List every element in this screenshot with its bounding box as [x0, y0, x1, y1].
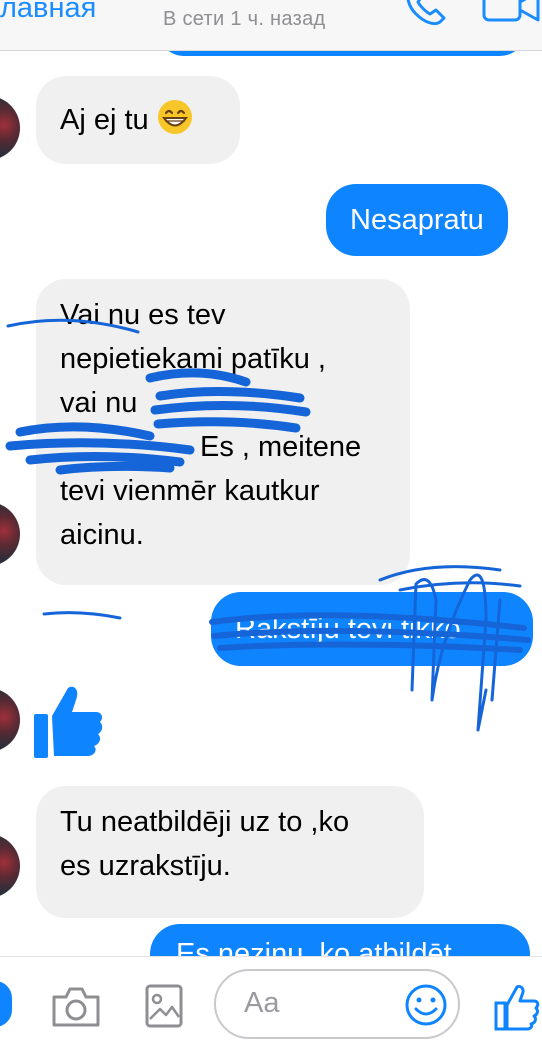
message-line: vai nu — [60, 387, 138, 419]
message-text: Aj ej tu — [60, 104, 149, 136]
incoming-message[interactable]: Vai nu es tev nepietiekami patīku , vai … — [36, 279, 410, 585]
message-text: Rakstīju tevi tikko — [235, 613, 461, 645]
camera-icon[interactable] — [50, 985, 102, 1029]
grinning-face-icon — [157, 100, 192, 134]
outgoing-message[interactable]: Rakstīju tevi tikko — [211, 592, 533, 666]
smile-icon[interactable] — [404, 983, 448, 1027]
message-input[interactable]: Aa — [214, 969, 460, 1039]
online-status: В сети 1 ч. назад — [163, 8, 326, 30]
avatar[interactable] — [0, 688, 20, 752]
message-line: Es , meitene — [200, 431, 362, 463]
message-line: es uzrakstīju. — [60, 850, 231, 882]
more-actions-button[interactable] — [0, 981, 12, 1027]
avatar[interactable] — [0, 834, 20, 898]
message-line: tevi vienmēr kautkur — [60, 475, 320, 507]
incoming-message[interactable]: Tu neatbildēji uz to ,ko es uzrakstīju. — [36, 786, 424, 918]
message-line: Vai nu es tev — [60, 299, 226, 331]
thumbs-up-icon[interactable] — [32, 684, 104, 760]
avatar[interactable] — [0, 502, 20, 566]
message-line: Tu neatbildēji uz to ,ko — [60, 806, 350, 838]
thumbs-up-icon[interactable] — [494, 983, 540, 1031]
chat-header: лавная В сети 1 ч. назад — [0, 0, 542, 51]
avatar[interactable] — [0, 96, 20, 160]
input-placeholder: Aa — [244, 987, 280, 1019]
phone-icon[interactable] — [402, 0, 448, 28]
back-button[interactable]: лавная — [0, 0, 96, 25]
video-camera-icon[interactable] — [480, 0, 542, 24]
message-line: nepietiekami patīku , — [60, 343, 326, 375]
message-composer: Aa — [0, 956, 542, 1054]
outgoing-message[interactable]: Nesapratu — [326, 184, 508, 256]
incoming-message[interactable]: Aj ej tu — [36, 76, 240, 164]
message-text: Nesapratu — [350, 204, 484, 236]
message-line: aicinu. — [60, 519, 144, 551]
image-gallery-icon[interactable] — [144, 983, 184, 1029]
